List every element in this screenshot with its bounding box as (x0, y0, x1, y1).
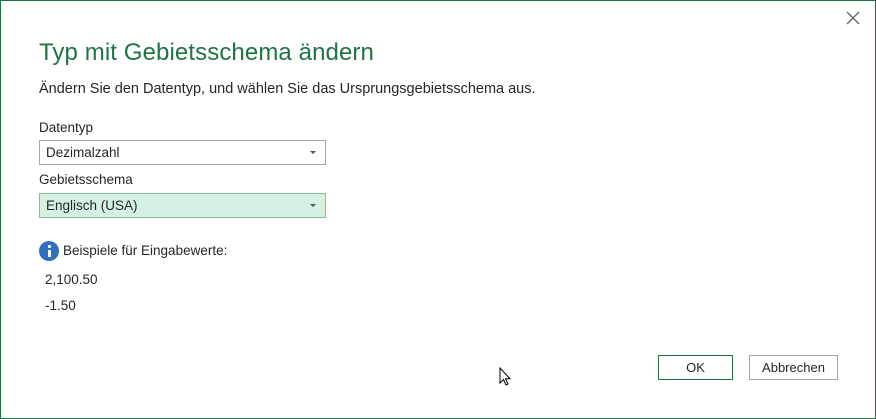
mouse-cursor-icon (499, 366, 513, 387)
example-value: 2,100.50 (45, 272, 98, 287)
example-value: -1.50 (45, 298, 76, 313)
locale-select-value: Englisch (USA) (46, 198, 138, 213)
change-type-locale-dialog: Typ mit Gebietsschema ändern Ändern Sie … (0, 0, 876, 419)
info-icon (39, 241, 59, 261)
datatype-label: Datentyp (39, 120, 94, 135)
datatype-select[interactable]: Dezimalzahl (39, 140, 326, 165)
chevron-down-icon (310, 204, 316, 207)
datatype-select-value: Dezimalzahl (46, 145, 120, 160)
cancel-button[interactable]: Abbrechen (749, 355, 838, 380)
close-icon[interactable] (843, 8, 863, 28)
dialog-subtitle: Ändern Sie den Datentyp, und wählen Sie … (39, 81, 536, 97)
examples-label: Beispiele für Eingabewerte: (63, 243, 228, 258)
chevron-down-icon (310, 151, 316, 154)
locale-select[interactable]: Englisch (USA) (39, 193, 326, 218)
locale-label: Gebietsschema (39, 172, 133, 187)
ok-button[interactable]: OK (658, 355, 733, 380)
dialog-title: Typ mit Gebietsschema ändern (39, 39, 374, 66)
